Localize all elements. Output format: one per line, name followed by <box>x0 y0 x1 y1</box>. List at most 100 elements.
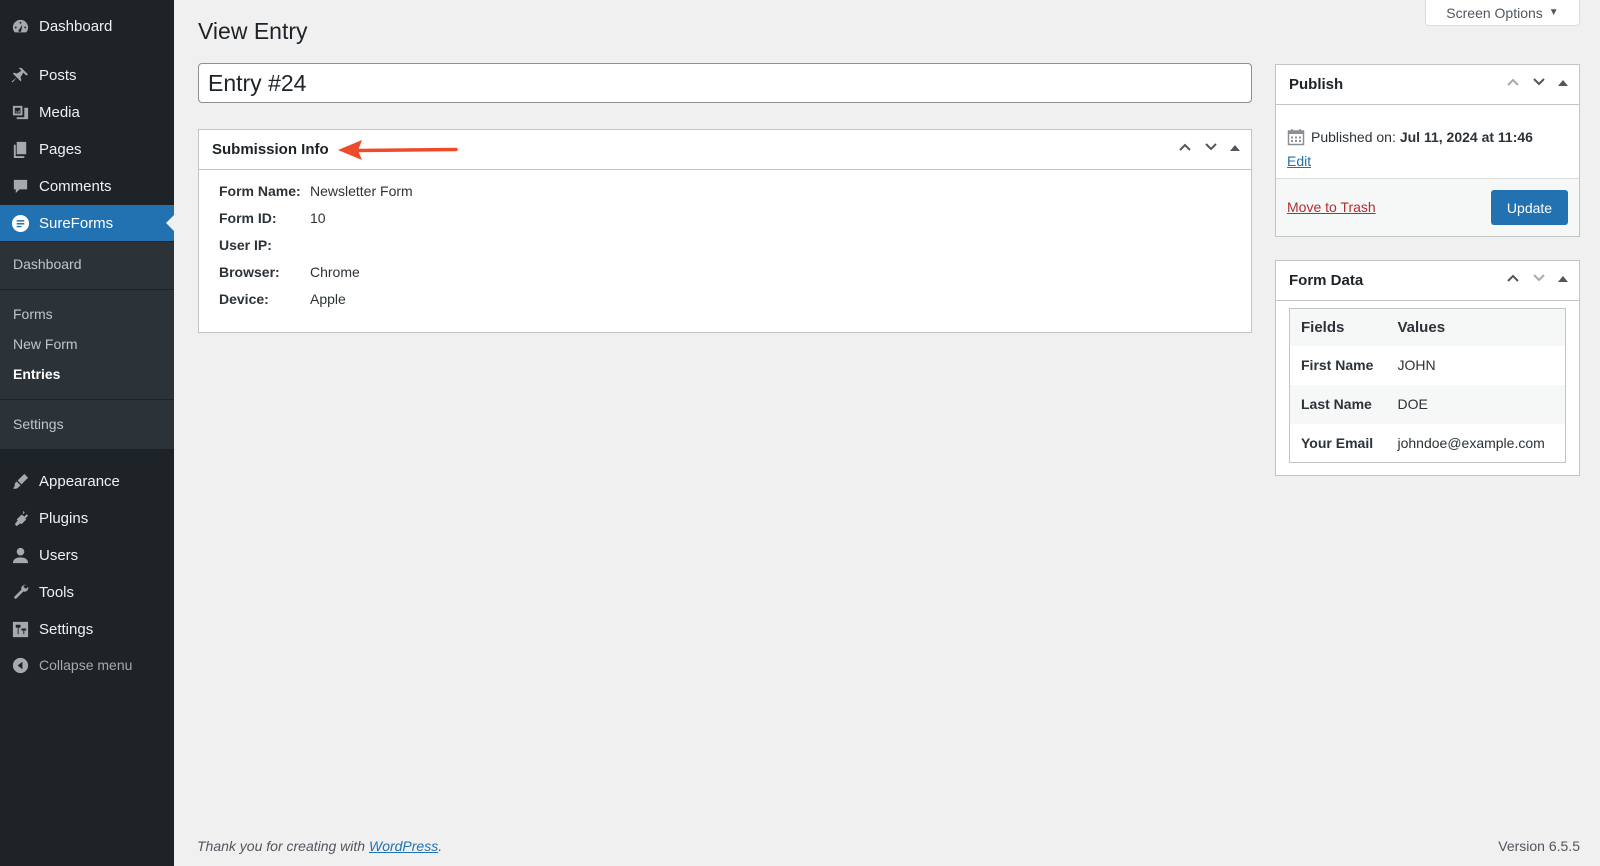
dashboard-icon <box>10 16 30 36</box>
entry-title-field[interactable]: Entry #24 <box>198 63 1252 103</box>
table-row: Your Email johndoe@example.com <box>1290 424 1566 463</box>
update-button[interactable]: Update <box>1491 190 1568 225</box>
published-label: Published on: <box>1311 129 1396 145</box>
table-row: Last Name DOE <box>1289 384 1566 424</box>
page-title: View Entry <box>198 18 308 44</box>
table-row: First Name JOHN <box>1290 346 1566 385</box>
admin-sidebar: Dashboard Posts Media Pages Comments Sur… <box>0 0 174 866</box>
menu-label: Tools <box>39 583 75 601</box>
menu-posts[interactable]: Posts <box>0 57 174 93</box>
postbox-handles <box>1505 74 1569 95</box>
publish-title: Publish <box>1289 76 1344 93</box>
menu-plugins[interactable]: Plugins <box>0 500 174 536</box>
info-row-device: Device: Apple <box>219 291 346 307</box>
table-header-row: Fields Values <box>1289 308 1566 346</box>
move-up-icon[interactable] <box>1505 74 1521 95</box>
info-row-browser: Browser: Chrome <box>219 264 360 280</box>
collapse-menu-button[interactable]: Collapse menu <box>0 647 174 683</box>
menu-sureforms[interactable]: SureForms <box>0 205 174 241</box>
menu-media[interactable]: Media <box>0 94 174 130</box>
move-up-icon[interactable] <box>1177 139 1193 160</box>
settings-icon <box>10 619 30 639</box>
caret-down-icon: ▼ <box>1548 7 1559 18</box>
menu-appearance[interactable]: Appearance <box>0 463 174 499</box>
sureforms-icon <box>10 213 30 233</box>
submenu-divider <box>0 399 174 400</box>
brush-icon <box>10 471 30 491</box>
collapse-label: Collapse menu <box>39 657 133 673</box>
menu-label: Users <box>39 546 79 564</box>
pages-icon <box>10 139 30 159</box>
postbox-header: Form Data <box>1276 261 1579 301</box>
menu-label: Plugins <box>39 509 89 527</box>
toggle-panel-icon[interactable] <box>1557 272 1569 290</box>
info-value: 10 <box>310 210 326 226</box>
toggle-panel-icon[interactable] <box>1229 141 1241 159</box>
calendar-icon <box>1287 129 1305 146</box>
move-to-trash-link[interactable]: Move to Trash <box>1287 199 1376 215</box>
info-value: Apple <box>310 291 346 307</box>
field-name: First Name <box>1301 357 1374 373</box>
postbox-handles <box>1505 270 1569 291</box>
move-down-icon[interactable] <box>1203 139 1219 160</box>
edit-date-link[interactable]: Edit <box>1287 153 1311 169</box>
move-up-icon[interactable] <box>1505 270 1521 291</box>
form-data-box: Form Data Fields Values First Name JOHN … <box>1275 260 1580 476</box>
menu-dashboard[interactable]: Dashboard <box>0 8 174 44</box>
submission-info-title: Submission Info <box>212 141 329 158</box>
pin-icon <box>10 65 30 85</box>
collapse-icon <box>10 655 30 675</box>
submenu-new-form[interactable]: New Form <box>13 336 78 352</box>
footer-version: Version 6.5.5 <box>1498 838 1580 854</box>
footer-thanks-prefix: Thank you for creating with <box>197 838 369 854</box>
postbox-handles <box>1177 139 1241 160</box>
postbox-header: Publish <box>1276 65 1579 105</box>
submenu-forms[interactable]: Forms <box>13 306 53 322</box>
menu-label: Appearance <box>39 472 120 490</box>
publish-actions: Move to Trash Update <box>1276 178 1579 236</box>
comment-icon <box>10 176 30 196</box>
info-value: Newsletter Form <box>310 183 413 199</box>
submenu-settings[interactable]: Settings <box>13 416 64 432</box>
info-label: Device: <box>219 291 269 307</box>
info-label: Form ID: <box>219 210 277 226</box>
info-row-form-name: Form Name: Newsletter Form <box>219 183 413 199</box>
footer-thanks-suffix: . <box>438 838 443 854</box>
field-name: Last Name <box>1289 384 1387 424</box>
submenu-divider <box>0 289 174 290</box>
screen-options-label: Screen Options <box>1446 4 1543 21</box>
menu-users[interactable]: Users <box>0 537 174 573</box>
annotation-arrow-icon <box>338 140 458 160</box>
toggle-panel-icon[interactable] <box>1557 76 1569 94</box>
form-data-table: Fields Values First Name JOHN Last Name … <box>1289 308 1566 463</box>
field-value: JOHN <box>1397 357 1436 373</box>
info-value: Chrome <box>310 264 360 280</box>
published-date: Jul 11, 2024 at 11:46 <box>1399 129 1533 145</box>
wrench-icon <box>10 582 30 602</box>
footer-thanks: Thank you for creating with WordPress. <box>197 838 442 854</box>
media-icon <box>10 102 30 122</box>
field-value: DOE <box>1386 384 1566 424</box>
menu-label: Comments <box>39 177 112 195</box>
field-name: Your Email <box>1301 434 1374 451</box>
info-row-user-ip: User IP: <box>219 237 310 253</box>
move-down-icon[interactable] <box>1531 74 1547 95</box>
info-label: User IP: <box>219 237 272 253</box>
form-data-title: Form Data <box>1289 272 1364 289</box>
menu-label: Dashboard <box>39 17 113 35</box>
submenu-entries[interactable]: Entries <box>13 366 60 382</box>
move-down-icon[interactable] <box>1531 270 1547 291</box>
menu-settings[interactable]: Settings <box>0 611 174 647</box>
menu-tools[interactable]: Tools <box>0 574 174 610</box>
wordpress-link[interactable]: WordPress <box>369 838 438 854</box>
menu-comments[interactable]: Comments <box>0 168 174 204</box>
menu-label: SureForms <box>39 214 114 232</box>
column-header-fields: Fields <box>1289 308 1387 346</box>
screen-options-button[interactable]: Screen Options ▼ <box>1425 0 1580 26</box>
menu-pages[interactable]: Pages <box>0 131 174 167</box>
info-label: Browser: <box>219 264 280 280</box>
submenu-dashboard[interactable]: Dashboard <box>13 256 82 272</box>
menu-label: Settings <box>39 620 94 638</box>
published-on-row: Published on: Jul 11, 2024 at 11:46 <box>1287 128 1533 146</box>
menu-label: Media <box>39 103 80 121</box>
